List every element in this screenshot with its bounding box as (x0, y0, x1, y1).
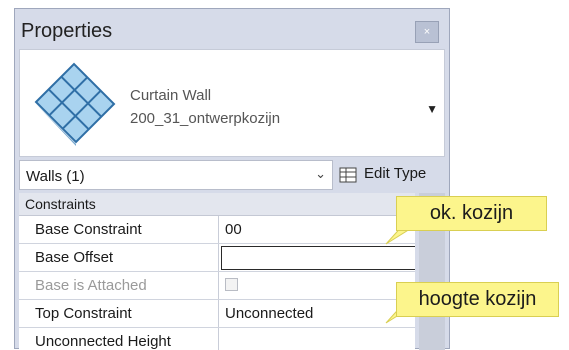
property-row-base-constraint[interactable]: Base Constraint 00 (19, 216, 415, 244)
property-row-base-offset[interactable]: Base Offset (19, 244, 415, 272)
family-name: Curtain Wall (130, 87, 212, 104)
property-name: Top Constraint (19, 300, 219, 327)
properties-panel: Properties × Curtain Wall 200_31_ontwerp… (14, 8, 450, 350)
callout-text: hoogte kozijn (418, 288, 537, 310)
close-icon: × (423, 26, 431, 38)
properties-grid: Constraints Base Constraint 00 Base Offs… (19, 193, 415, 350)
chevron-down-icon: ⌄ (315, 166, 326, 181)
property-row-top-constraint[interactable]: Top Constraint Unconnected (19, 300, 415, 328)
instance-filter-select[interactable]: Walls (1) ⌄ (19, 160, 333, 190)
base-offset-input[interactable] (221, 246, 415, 270)
close-button[interactable]: × (415, 21, 439, 43)
property-name: Base Offset (19, 244, 219, 271)
property-name: Base Constraint (19, 216, 219, 243)
property-value[interactable]: Unconnected (225, 305, 313, 322)
properties-titlebar[interactable]: Properties × (15, 9, 449, 49)
property-value[interactable]: 00 (225, 221, 242, 238)
callout-text: ok. kozijn (429, 202, 514, 224)
section-header-constraints[interactable]: Constraints (19, 193, 415, 216)
edit-type-button[interactable]: Edit Type (337, 160, 445, 190)
instance-row: Walls (1) ⌄ Edit Type (19, 160, 445, 190)
property-name: Base is Attached (19, 272, 219, 299)
property-row-base-is-attached[interactable]: Base is Attached (19, 272, 415, 300)
type-name: 200_31_ontwerpkozijn (130, 110, 281, 127)
property-row-unconnected-height[interactable]: Unconnected Height (19, 328, 415, 350)
section-label: Constraints (25, 196, 96, 212)
instance-filter-label: Walls (1) (26, 168, 85, 185)
curtain-wall-icon (34, 62, 116, 146)
edit-type-icon (339, 167, 357, 183)
edit-type-label: Edit Type (364, 165, 427, 182)
type-selector[interactable]: Curtain Wall 200_31_ontwerpkozijn ▼ (19, 49, 445, 157)
callout-ok-kozijn: ok. kozijn (396, 196, 547, 231)
callout-hoogte-kozijn: hoogte kozijn (396, 282, 559, 317)
property-name: Unconnected Height (19, 328, 219, 350)
panel-title: Properties (21, 20, 113, 42)
base-is-attached-checkbox (225, 278, 238, 291)
dropdown-arrow-icon[interactable]: ▼ (426, 102, 438, 116)
